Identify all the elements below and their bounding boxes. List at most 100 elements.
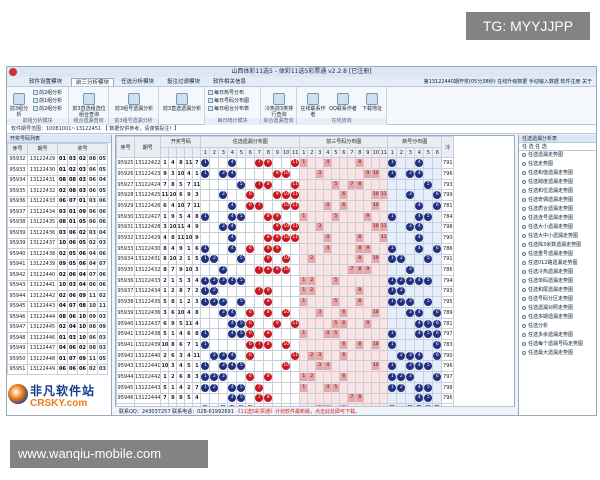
- analysis-option[interactable]: 任选最大遗漏走势图: [519, 349, 596, 358]
- grid-draw-number: 1: [192, 168, 202, 180]
- front2b-group-button[interactable]: 前2组分析: [33, 106, 62, 112]
- combo-query-button[interactable]: 前3直选组选位组合查询: [71, 91, 107, 118]
- table-row[interactable]: 95942 13122440 2 6 3 4 11 2 3 4 6 11 2 3 6 2 3 4 6 790: [116, 349, 455, 362]
- table-row[interactable]: 95944 13122442 1 2 6 8 3 1 2 3 6 8 1 2 6 1 2 3 6 797: [116, 371, 455, 383]
- analysis-option[interactable]: 任选奇偶遗漏走势图: [519, 196, 596, 205]
- table-row[interactable]: 95941 13122439 09 05 06 04 07: [7, 258, 108, 270]
- table-row[interactable]: 95943 13122441 10 3 4 5 1 1 3 4 5 10 3 4 10 1 3 4 5 796: [116, 360, 455, 373]
- draw-cell: 13122436: [27, 227, 58, 239]
- table-row[interactable]: 95927 13122424 7 8 5 7 11 5 7 8 11 5 7 8 5 793: [116, 178, 455, 191]
- table-row[interactable]: 95929 13122426 6 4 10 7 11 4 6 7 10 11 4 6 10 4 6 781: [116, 200, 455, 212]
- table-row[interactable]: 95938 13122435 08 01 05 06 06: [7, 216, 108, 228]
- analysis-option[interactable]: 任选号码分区走势图: [519, 295, 596, 304]
- top-right-menu[interactable]: 第13122440期开奖(05分38秒) 在线升级数据 手动输入数据 软件注册 …: [424, 78, 592, 86]
- draw-cell: 06: [67, 227, 78, 239]
- table-row[interactable]: 95933 13122430 01 02 03 06 05: [7, 164, 108, 176]
- table-row[interactable]: 95951 13122449 06 06 06 02 03: [7, 363, 108, 375]
- table-row[interactable]: 95945 13122443 04 07 08 10 11: [7, 300, 108, 312]
- analysis-option[interactable]: 任选单码遗漏走势图: [519, 277, 596, 286]
- table-row[interactable]: 95936 13122433 2 1 5 3 4 1 2 3 4 5 1 2 5 1 2 3 4 5 794: [116, 274, 455, 287]
- table-row[interactable]: 95934 13122431 8 10 2 1 5 1 2 5 8 10 2 8 10 1 2 5 791: [116, 253, 455, 266]
- table-row[interactable]: 95949 13122447 04 06 02 08 03: [7, 342, 108, 354]
- table-row[interactable]: 95940 13122437 6 9 5 11 4 4 5 6 9 11 5 6 9 4 5 6 781: [116, 317, 455, 330]
- daily-dist-button[interactable]: 每日号码分布图: [208, 98, 249, 104]
- analysis-option[interactable]: 任选除3余数遗漏走势图: [519, 241, 596, 250]
- menu-front3[interactable]: 前三分析模块: [71, 78, 115, 86]
- front1-group-button[interactable]: 前1组分析: [33, 98, 62, 104]
- table-row[interactable]: 95947 13122445 02 04 10 08 09: [7, 321, 108, 333]
- table-row[interactable]: 95945 13122443 5 1 4 2 7 1 2 4 5 7 1 4 5 1 2 4 5 798: [116, 381, 455, 394]
- draw-list-header[interactable]: 期号: [27, 143, 58, 155]
- analysis-option[interactable]: 任选冷热遗漏走势图: [519, 268, 596, 277]
- front3-group-button[interactable]: 前3组分析: [9, 91, 29, 118]
- number-ball: 6: [433, 308, 441, 317]
- group-omit-button[interactable]: 前3组号遗漏分析: [111, 91, 157, 112]
- table-row[interactable]: 95939 13122436 03 06 02 03 04: [7, 227, 108, 239]
- table-row[interactable]: 95931 13122428 3 10 11 4 9 3 4 9 10 11 3 10 11 3 4 798: [116, 221, 455, 234]
- table-row[interactable]: 95935 13122432 02 08 03 06 05: [7, 185, 108, 197]
- table-row[interactable]: 95948 13122446 01 03 10 06 03: [7, 332, 108, 344]
- draw-list-header[interactable]: 奖号: [57, 143, 108, 155]
- analysis-option[interactable]: 任选跨度遗漏走势图: [519, 178, 596, 187]
- table-row[interactable]: 95939 13122437 10 06 05 02 03: [7, 237, 108, 249]
- table-row[interactable]: 95934 13122431 08 08 03 06 04: [7, 174, 108, 186]
- table-row[interactable]: 95950 13122448 01 07 09 11 05: [7, 353, 108, 365]
- table-row[interactable]: 95937 13122434 1 2 8 7 2 1 2 7 8 1 2 8 1 2 793: [116, 285, 455, 298]
- table-row[interactable]: 95943 13122441 10 03 04 06 06: [7, 279, 108, 291]
- analysis-option[interactable]: 任选和位遗漏走势图: [519, 187, 596, 196]
- grid-seq: 95934: [116, 253, 135, 266]
- table-row[interactable]: 95928 13122425 11 10 6 9 3 3 6 9 10 11 6 10 11 3 6 799: [116, 189, 455, 202]
- table-row[interactable]: 95941 13122438 5 1 4 6 8 1 4 5 6 8 1 4 5 1 4 5 6 797: [116, 328, 455, 341]
- menu-about[interactable]: 软件相关信息: [209, 78, 250, 86]
- table-row[interactable]: 95937 13122434 03 01 09 06 06: [7, 206, 108, 218]
- table-row[interactable]: 95946 13122444 08 06 10 09 03: [7, 311, 108, 323]
- analysis-tabs[interactable]: 任 选 任 选: [519, 143, 596, 151]
- analysis-option[interactable]: 任选分析: [519, 322, 596, 331]
- analysis-option[interactable]: 任选连号遗漏走势图: [519, 214, 596, 223]
- direct-omit-button[interactable]: 前3直选遗漏分析: [161, 91, 203, 112]
- rank-query-button[interactable]: 冷热前3类排行查询: [263, 91, 295, 118]
- table-row[interactable]: 95939 13122436 3 6 10 4 8 3 4 6 8 10 3 6 10 3 4 6 789: [116, 307, 455, 319]
- menu-settings[interactable]: 软件设置模块: [25, 78, 66, 86]
- table-row[interactable]: 95944 13122442 02 06 09 11 02: [7, 290, 108, 302]
- trend-grid-pane[interactable]: 序号 期号 开奖号码 任选遗漏分布图 前三号码分布图 新号分布图冷 1 2 3 4 5 6 7 8 9 10 1…: [115, 135, 515, 415]
- analysis-option[interactable]: 任选重号遗漏走势图: [519, 250, 596, 259]
- table-row[interactable]: 95930 13122427 1 9 5 4 8 1 4 5 8 9 1 5 9 1 4 5 784: [116, 210, 455, 223]
- analysis-option[interactable]: 任选和值遗漏走势图: [519, 169, 596, 178]
- analysis-option[interactable]: 任选质合遗漏走势图: [519, 205, 596, 214]
- table-row[interactable]: 95938 13122435 5 8 1 2 3 1 2 3 5 8 1 5 8 1 2 3 5 795: [116, 296, 455, 308]
- table-row[interactable]: 95933 13122430 8 4 9 1 6 1 4 6 8 9 4 8 9 1 4 6 786: [116, 242, 455, 255]
- table-row[interactable]: 95946 13122444 7 8 8 5 4 4 5 7 8 7 8 4 5 796: [116, 392, 455, 405]
- draw-list-header[interactable]: 序号: [7, 143, 28, 155]
- analysis-option[interactable]: 任选大中小遗漏走势图: [519, 232, 596, 241]
- new-number-cell: 4: [414, 317, 425, 330]
- analysis-option[interactable]: 任选走势图: [519, 160, 596, 169]
- table-row[interactable]: 95932 13122429 01 03 02 08 05: [7, 153, 108, 165]
- table-row[interactable]: 95936 13122433 06 07 01 03 06: [7, 195, 108, 207]
- menu-filter[interactable]: 投注过滤模块: [163, 78, 204, 86]
- daily-hot-button[interactable]: 每日热号分布: [208, 90, 244, 96]
- analysis-option[interactable]: 任选和尾遗漏走势图: [519, 286, 596, 295]
- analysis-option[interactable]: 任选大小遗漏走势图: [519, 223, 596, 232]
- download-button[interactable]: 下载地址: [359, 91, 385, 112]
- analysis-option[interactable]: 任选012路遗漏走势图: [519, 259, 596, 268]
- table-row[interactable]: 95935 13122432 8 7 9 10 3 3 7 8 9 10 7 8 9 3 786: [116, 264, 455, 276]
- menu-any[interactable]: 任选分析模块: [117, 78, 158, 86]
- analysis-option[interactable]: 任选遗漏对照走势图: [519, 304, 596, 313]
- table-row[interactable]: 95926 13122423 9 3 10 4 1 1 3 4 9 10 3 9 10 1 3 4 796: [116, 168, 455, 180]
- qq-contact-button[interactable]: QQ联系作者: [329, 91, 357, 112]
- table-row[interactable]: 95942 13122440 02 06 04 07 06: [7, 269, 108, 281]
- table-row[interactable]: 95941 13122439 10 8 6 7 1 1 6 7 8 10 6 8 10 1 6 783: [116, 339, 455, 351]
- front2-group-button[interactable]: 前2组分析: [33, 90, 62, 96]
- analysis-option[interactable]: 任选多余遗漏走势图: [519, 331, 596, 340]
- status-ad-link[interactable]: 《11选5彩票通》计划软件最新版，点击此处即可下载。: [235, 409, 360, 415]
- contact-author-button[interactable]: 在线联系作者: [299, 91, 327, 118]
- analysis-option[interactable]: 任选多期遗漏走势图: [519, 313, 596, 322]
- table-row[interactable]: 95932 13122429 4 8 11 10 9 4 8 9 10 11 4 8 11 4 790: [116, 232, 455, 244]
- table-row[interactable]: 95940 13122438 02 05 06 04 06: [7, 248, 108, 260]
- trend-cell: 4: [323, 242, 333, 255]
- analysis-option[interactable]: 任选遗漏走势图: [519, 151, 596, 160]
- table-row[interactable]: 95925 13122422 1 4 8 11 7 1 4 7 8 11 1 4 8 1 4 791: [116, 157, 455, 170]
- daily-table-button[interactable]: 每日组合分布表: [208, 106, 249, 112]
- analysis-option[interactable]: 任选每个遗漏号码走势图: [519, 340, 596, 349]
